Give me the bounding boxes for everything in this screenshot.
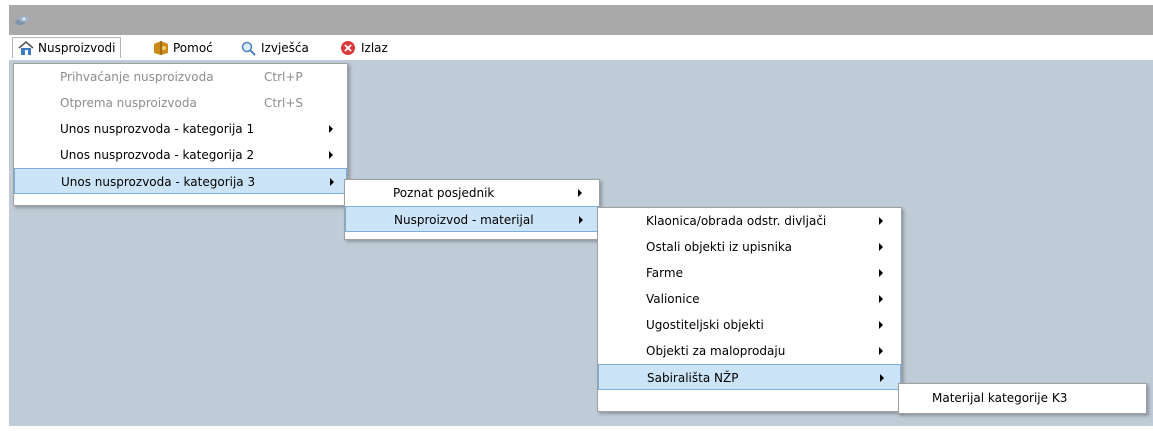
menu-item-valionice[interactable]: Valionice — [598, 286, 901, 312]
menu-item-materijal-k3[interactable]: Materijal kategorije K3 — [899, 384, 1146, 413]
submenu-arrow-icon — [879, 295, 883, 303]
menu-item-label: Farme — [646, 266, 683, 280]
menu-item-label: Unos nusprozvoda - kategorija 2 — [60, 148, 255, 162]
menu-item-prihvacanje[interactable]: Prihvaćanje nusproizvoda Ctrl+P — [14, 64, 347, 90]
menu-nusproizvodi-label: Nusproizvodi — [38, 41, 116, 55]
menu-item-sabiralista[interactable]: Sabirališta NŽP — [598, 364, 901, 390]
menu-item-label: Ostali objekti iz upisnika — [646, 240, 793, 254]
submenu-arrow-icon — [879, 269, 883, 277]
help-book-icon — [152, 39, 170, 57]
menu-bar: Nusproizvodi Pomoć Izvješća Izlaz — [9, 35, 1153, 60]
menu-item-label: Objekti za maloprodaju — [646, 344, 786, 358]
menu-item-label: Ugostiteljski objekti — [646, 318, 764, 332]
app-icon — [14, 13, 30, 27]
sabiralista-submenu: Materijal kategorije K3 — [898, 383, 1147, 414]
shortcut-label: Ctrl+P — [264, 70, 303, 84]
title-bar — [9, 5, 1153, 35]
menu-item-klaonica[interactable]: Klaonica/obrada odstr. divljači — [598, 208, 901, 234]
magnifier-icon — [240, 39, 258, 57]
menu-item-maloprodaja[interactable]: Objekti za maloprodaju — [598, 338, 901, 364]
menu-pomoc[interactable]: Pomoć — [148, 37, 217, 58]
menu-item-label: Nusproizvod - materijal — [394, 213, 534, 227]
menu-item-label: Sabirališta NŽP — [647, 371, 739, 385]
close-red-icon — [340, 39, 358, 57]
menu-nusproizvodi[interactable]: Nusproizvodi — [12, 37, 121, 58]
submenu-arrow-icon — [879, 347, 883, 355]
submenu-arrow-icon — [329, 151, 333, 159]
home-icon — [17, 39, 35, 57]
menu-izlaz-label: Izlaz — [361, 40, 388, 55]
menu-item-ugostiteljski[interactable]: Ugostiteljski objekti — [598, 312, 901, 338]
menu-izvjesca-label: Izvješća — [261, 40, 309, 55]
submenu-arrow-icon — [579, 216, 583, 224]
menu-item-label: Otprema nusproizvoda — [60, 96, 197, 110]
submenu-arrow-icon — [880, 374, 884, 382]
menu-item-kategorija-2[interactable]: Unos nusprozvoda - kategorija 2 — [14, 142, 347, 168]
menu-item-kategorija-3[interactable]: Unos nusprozvoda - kategorija 3 — [14, 168, 347, 194]
submenu-arrow-icon — [879, 217, 883, 225]
nusproizvodi-dropdown: Prihvaćanje nusproizvoda Ctrl+P Otprema … — [13, 63, 348, 206]
menu-item-label: Valionice — [646, 292, 700, 306]
submenu-arrow-icon — [330, 178, 334, 186]
menu-item-label: Poznat posjednik — [393, 186, 495, 200]
menu-pomoc-label: Pomoć — [173, 40, 213, 55]
menu-item-ostali-objekti[interactable]: Ostali objekti iz upisnika — [598, 234, 901, 260]
shortcut-label: Ctrl+S — [264, 96, 304, 110]
menu-item-label: Materijal kategorije K3 — [932, 391, 1068, 405]
menu-item-farme[interactable]: Farme — [598, 260, 901, 286]
submenu-arrow-icon — [879, 321, 883, 329]
menu-item-label: Unos nusprozvoda - kategorija 1 — [60, 122, 255, 136]
menu-item-poznat-posjednik[interactable]: Poznat posjednik — [345, 180, 599, 206]
menu-item-kategorija-1[interactable]: Unos nusprozvoda - kategorija 1 — [14, 116, 347, 142]
menu-item-nusproizvod-materijal[interactable]: Nusproizvod - materijal — [345, 206, 599, 232]
menu-item-otprema[interactable]: Otprema nusproizvoda Ctrl+S — [14, 90, 347, 116]
submenu-arrow-icon — [329, 125, 333, 133]
menu-izlaz[interactable]: Izlaz — [336, 37, 392, 58]
kategorija-3-submenu: Poznat posjednik Nusproizvod - materijal — [344, 179, 600, 240]
menu-item-label: Klaonica/obrada odstr. divljači — [646, 214, 827, 228]
menu-izvjesca[interactable]: Izvješća — [236, 37, 313, 58]
submenu-arrow-icon — [879, 243, 883, 251]
menu-item-label: Unos nusprozvoda - kategorija 3 — [61, 175, 256, 189]
materijal-submenu: Klaonica/obrada odstr. divljači Ostali o… — [597, 207, 902, 412]
menu-item-label: Prihvaćanje nusproizvoda — [60, 70, 214, 84]
submenu-arrow-icon — [578, 189, 582, 197]
